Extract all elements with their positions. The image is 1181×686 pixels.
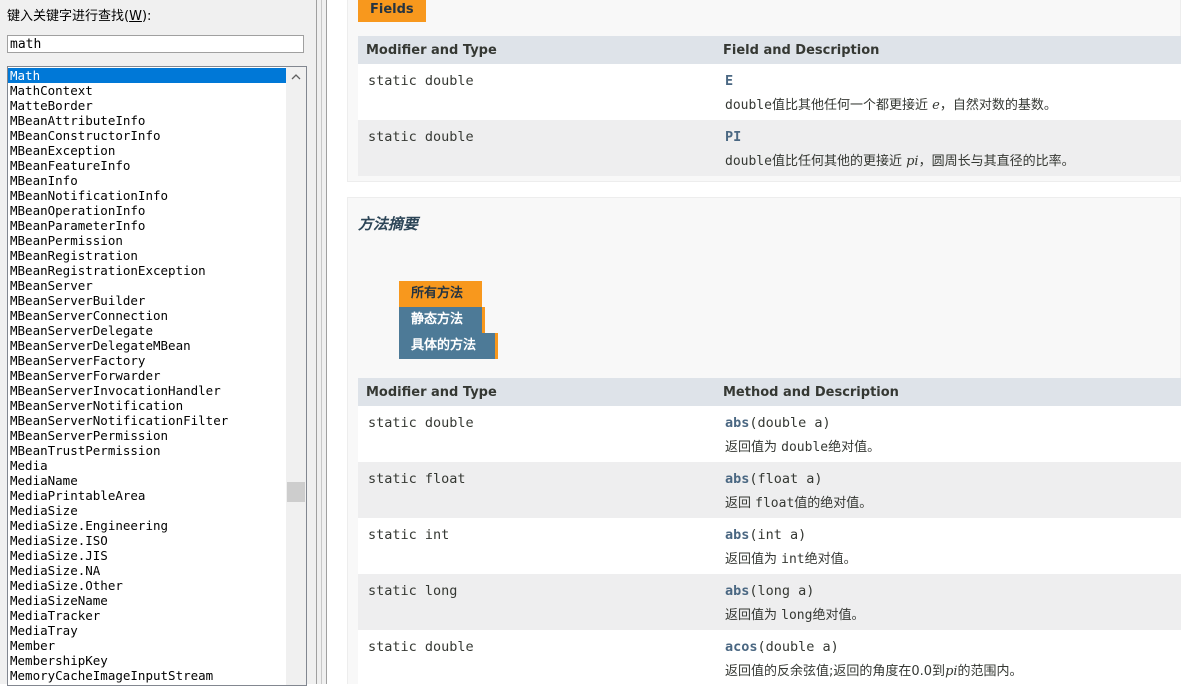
list-item[interactable]: MBeanParameterInfo	[8, 218, 286, 233]
search-label: 键入关键字进行查找(W):	[7, 9, 152, 24]
table-row: static double E double值比其他任何一个都更接近 e，自然对…	[358, 64, 1181, 120]
column-header: Modifier and Type	[358, 378, 715, 406]
method-link[interactable]: abs	[725, 527, 749, 543]
list-item[interactable]: MediaSize.ISO	[8, 533, 286, 548]
list-item[interactable]: MBeanInfo	[8, 173, 286, 188]
pane-splitter[interactable]	[316, 0, 327, 684]
method-description: abs(float a) 返回 float值的绝对值。	[715, 462, 1181, 518]
list-item[interactable]: MBeanFeatureInfo	[8, 158, 286, 173]
list-item[interactable]: Member	[8, 638, 286, 653]
list-item[interactable]: MBeanConstructorInfo	[8, 128, 286, 143]
list-item[interactable]: MBeanServerDelegate	[8, 323, 286, 338]
list-item[interactable]: MBeanServerInvocationHandler	[8, 383, 286, 398]
tab-all-methods[interactable]: 所有方法	[399, 281, 482, 307]
list-item[interactable]: MBeanException	[8, 143, 286, 158]
field-summary-table: Modifier and Type Field and Description …	[358, 36, 1181, 176]
field-link[interactable]: PI	[725, 129, 741, 145]
list-item[interactable]: Media	[8, 458, 286, 473]
scrollbar-thumb[interactable]	[287, 482, 305, 502]
search-pane: 键入关键字进行查找(W): MathMathContextMatteBorder…	[0, 0, 316, 686]
column-header: Field and Description	[715, 36, 1181, 64]
table-row: static int abs(int a) 返回值为 int绝对值。	[358, 518, 1181, 574]
tab-concrete-methods[interactable]: 具体的方法	[399, 333, 495, 359]
list-item[interactable]: MBeanAttributeInfo	[8, 113, 286, 128]
method-summary-table: Modifier and Type Method and Description…	[358, 378, 1181, 684]
list-item[interactable]: MediaSize	[8, 503, 286, 518]
tab-static-methods[interactable]: 静态方法	[399, 307, 482, 333]
method-description: abs(double a) 返回值为 double绝对值。	[715, 406, 1181, 462]
class-list[interactable]: Math MathContext MatteBorder MBeanAttribute…	[7, 66, 307, 686]
list-item[interactable]: MediaSize.JIS	[8, 548, 286, 563]
list-item[interactable]: MBeanRegistration	[8, 248, 286, 263]
modifier-type: static double	[358, 64, 715, 120]
method-link[interactable]: abs	[725, 415, 749, 431]
list-item[interactable]: MBeanServerDelegateMBean	[8, 338, 286, 353]
modifier-type: static double	[358, 120, 715, 176]
list-item[interactable]: MediaPrintableArea	[8, 488, 286, 503]
list-item[interactable]: MBeanServerConnection	[8, 308, 286, 323]
table-row: static double PI double值比任何其他的更接近 pi，圆周长…	[358, 120, 1181, 176]
modifier-type: static int	[358, 518, 715, 574]
table-row: static double acos(double a) 返回值的反余弦值;返回…	[358, 630, 1181, 684]
field-description: E double值比其他任何一个都更接近 e，自然对数的基数。	[715, 64, 1181, 120]
modifier-type: static float	[358, 462, 715, 518]
list-item[interactable]: MBeanPermission	[8, 233, 286, 248]
field-link[interactable]: E	[725, 73, 733, 89]
list-item[interactable]: MediaSize.Engineering	[8, 518, 286, 533]
table-row: static double abs(double a) 返回值为 double绝…	[358, 406, 1181, 462]
list-item[interactable]: MBeanOperationInfo	[8, 203, 286, 218]
list-item[interactable]: MBeanServer	[8, 278, 286, 293]
list-item[interactable]: Math	[8, 68, 286, 83]
table-row: static long abs(long a) 返回值为 long绝对值。	[358, 574, 1181, 630]
list-item[interactable]: MediaName	[8, 473, 286, 488]
method-description: abs(int a) 返回值为 int绝对值。	[715, 518, 1181, 574]
list-item[interactable]: MBeanServerNotification	[8, 398, 286, 413]
search-input[interactable]	[7, 35, 304, 53]
field-description: PI double值比任何其他的更接近 pi，圆周长与其直径的比率。	[715, 120, 1181, 176]
list-scrollbar[interactable]	[286, 67, 306, 685]
table-row: static float abs(float a) 返回 float值的绝对值。	[358, 462, 1181, 518]
list-item[interactable]: MBeanServerBuilder	[8, 293, 286, 308]
modifier-type: static long	[358, 574, 715, 630]
modifier-type: static double	[358, 630, 715, 684]
column-header: Method and Description	[715, 378, 1181, 406]
list-item[interactable]: MediaSize.Other	[8, 578, 286, 593]
list-item[interactable]: MediaTracker	[8, 608, 286, 623]
method-link[interactable]: acos	[725, 639, 758, 655]
method-description: acos(double a) 返回值的反余弦值;返回的角度在0.0到pi的范围内…	[715, 630, 1181, 684]
list-item[interactable]: MediaTray	[8, 623, 286, 638]
method-link[interactable]: abs	[725, 471, 749, 487]
list-item[interactable]: MBeanServerPermission	[8, 428, 286, 443]
list-item[interactable]: MBeanServerFactory	[8, 353, 286, 368]
list-item[interactable]: MembershipKey	[8, 653, 286, 668]
method-description: abs(long a) 返回值为 long绝对值。	[715, 574, 1181, 630]
list-item[interactable]: MBeanNotificationInfo	[8, 188, 286, 203]
column-header: Modifier and Type	[358, 36, 715, 64]
modifier-type: static double	[358, 406, 715, 462]
list-item[interactable]: MathContext	[8, 83, 286, 98]
list-item[interactable]: MediaSizeName	[8, 593, 286, 608]
method-link[interactable]: abs	[725, 583, 749, 599]
list-item[interactable]: MBeanTrustPermission	[8, 443, 286, 458]
list-item[interactable]: MediaSize.NA	[8, 563, 286, 578]
section-title: 方法摘要	[358, 215, 419, 233]
list-item[interactable]: MemoryCacheImageInputStream	[8, 668, 286, 683]
document-pane: Fields Modifier and Type Field and Descr…	[327, 0, 1181, 684]
list-item[interactable]: MBeanServerForwarder	[8, 368, 286, 383]
list-item[interactable]: MBeanServerNotificationFilter	[8, 413, 286, 428]
list-item[interactable]: MatteBorder	[8, 98, 286, 113]
fields-caption: Fields	[358, 0, 426, 22]
chevron-up-icon[interactable]	[286, 67, 306, 87]
list-item[interactable]: MBeanRegistrationException	[8, 263, 286, 278]
